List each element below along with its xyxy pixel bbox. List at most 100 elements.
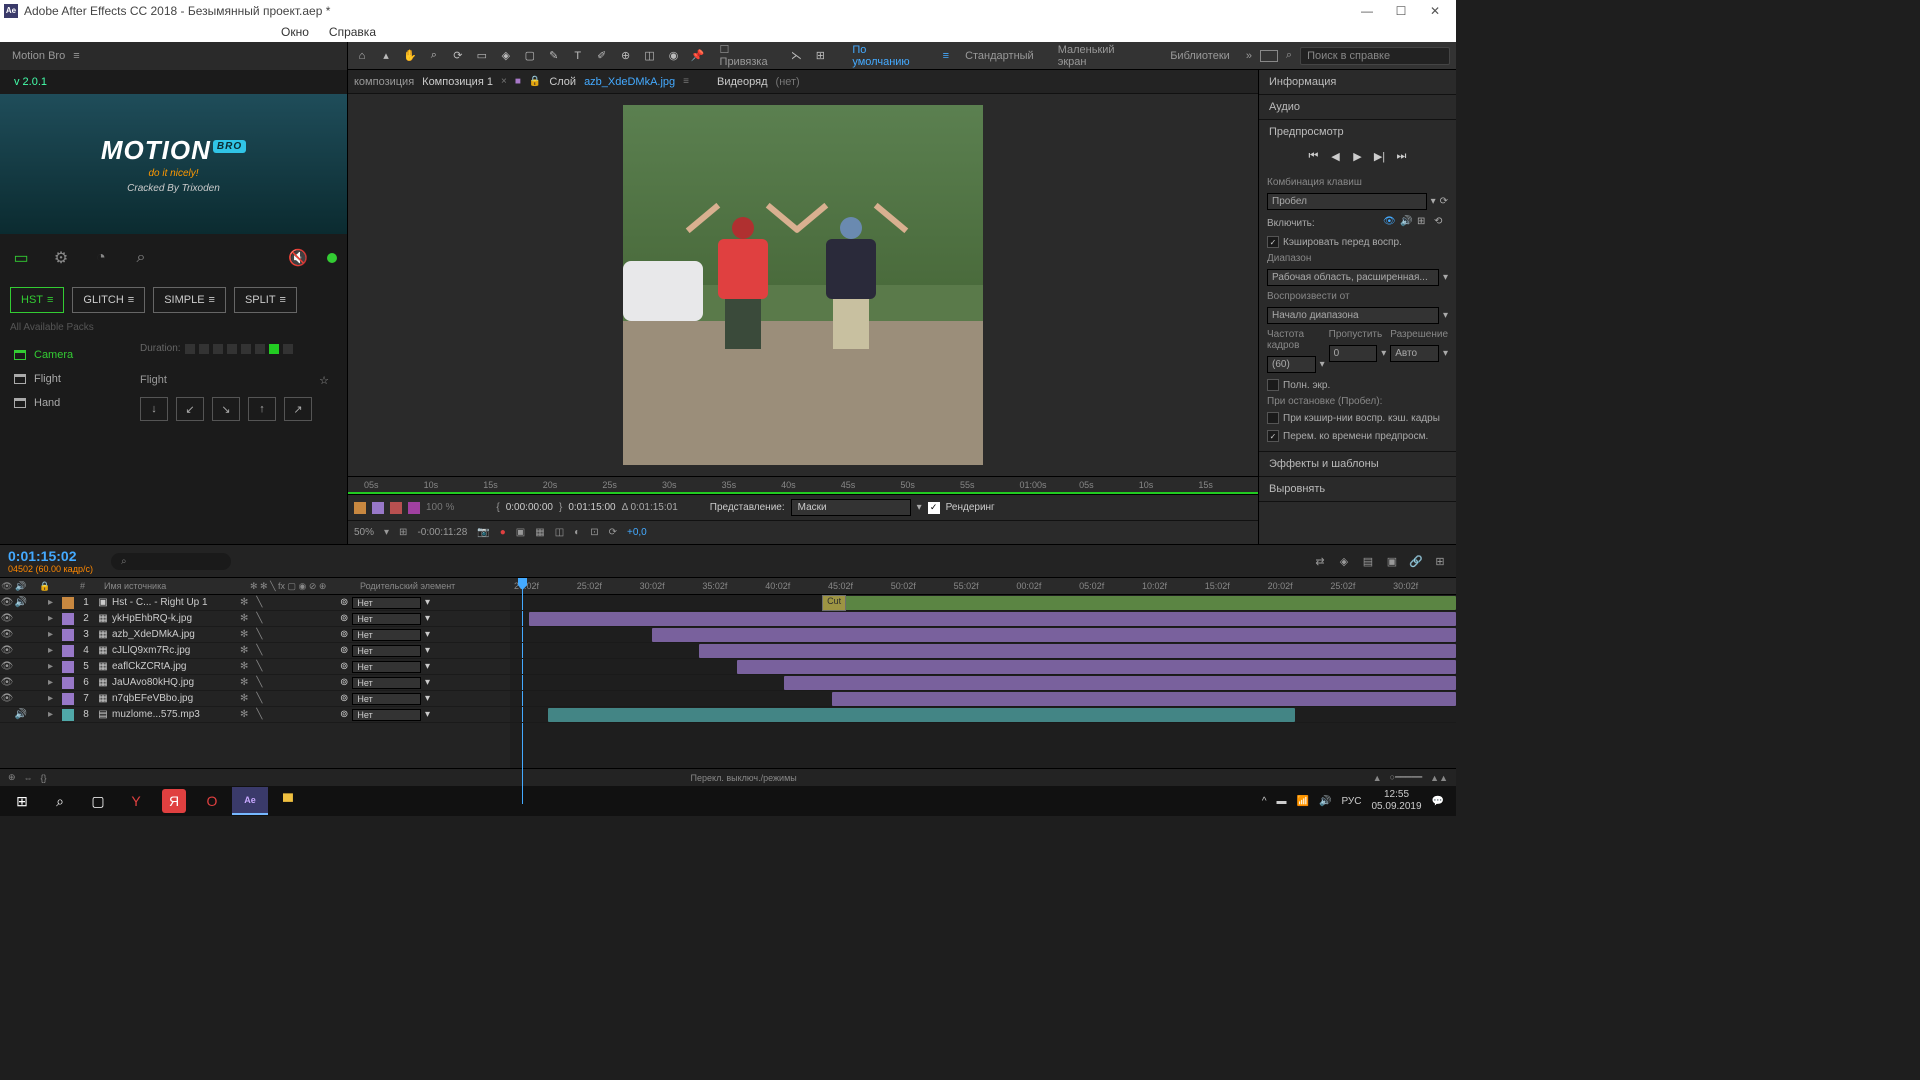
mute-icon[interactable]: 🔇 bbox=[287, 247, 309, 269]
timeline-bar[interactable] bbox=[529, 612, 1456, 626]
composition-viewer[interactable] bbox=[348, 94, 1258, 476]
fullscreen-checkbox[interactable] bbox=[1267, 379, 1279, 391]
lock-icon[interactable]: 🔒 bbox=[529, 76, 541, 87]
search-button[interactable]: ⌕ bbox=[42, 787, 78, 815]
tray-up-icon[interactable]: ^ bbox=[1262, 796, 1267, 807]
in-point[interactable]: 0:00:00:00 bbox=[506, 502, 553, 513]
tl-icon-4[interactable]: ▣ bbox=[1384, 555, 1400, 568]
next-frame-button[interactable]: ▶| bbox=[1372, 150, 1388, 163]
zoom-select[interactable]: 50% bbox=[354, 527, 374, 538]
tab-simple[interactable]: SIMPLE ≡ bbox=[153, 287, 226, 313]
timeline-bar[interactable] bbox=[737, 660, 1456, 674]
tl-icon-6[interactable]: ⊞ bbox=[1432, 555, 1448, 568]
panel-icon[interactable] bbox=[1260, 50, 1278, 62]
hand-tool-icon[interactable]: ✋ bbox=[402, 48, 418, 64]
search-icon[interactable]: ⌕ bbox=[130, 247, 152, 269]
timeline-bar[interactable]: Cut bbox=[822, 596, 1456, 610]
comp-time-ruler[interactable]: 05s10s15s20s25s30s35s40s45s50s55s01:00s0… bbox=[348, 476, 1258, 494]
snapshot-icon[interactable]: 📷 bbox=[477, 527, 489, 538]
folder-icon[interactable]: ▭ bbox=[10, 247, 32, 269]
resolution-icon[interactable]: ⊞ bbox=[399, 527, 407, 538]
star-icon[interactable]: ☆ bbox=[319, 374, 329, 387]
tl-icon-3[interactable]: ▤ bbox=[1360, 555, 1376, 568]
speed-icon[interactable]: ◔ bbox=[90, 247, 112, 269]
settings-icon[interactable]: ⚙ bbox=[50, 247, 72, 269]
eye-icon[interactable]: 👁 bbox=[1383, 216, 1397, 230]
timeline-search[interactable]: ⌕ bbox=[111, 553, 231, 570]
start-button[interactable]: ⊞ bbox=[4, 787, 40, 815]
cache-checkbox[interactable] bbox=[1267, 236, 1279, 248]
tray-wifi-icon[interactable]: 📶 bbox=[1297, 796, 1309, 807]
onstop-cb1[interactable] bbox=[1267, 412, 1279, 424]
rotate-tool-icon[interactable]: ⟳ bbox=[450, 48, 466, 64]
brush-tool-icon[interactable]: ✐ bbox=[594, 48, 610, 64]
timeline-ruler[interactable]: 20:02f25:02f30:02f35:02f40:02f45:02f50:0… bbox=[510, 577, 1456, 595]
reset-icon[interactable]: ⟳ bbox=[1440, 196, 1448, 207]
timeline-bar[interactable] bbox=[548, 708, 1295, 722]
pan-behind-icon[interactable]: ◈ bbox=[498, 48, 514, 64]
region-icon[interactable]: ⊡ bbox=[590, 527, 598, 538]
home-icon[interactable]: ⌂ bbox=[354, 48, 370, 64]
loop-icon[interactable]: ⟲ bbox=[1434, 216, 1448, 230]
tl-icon-1[interactable]: ⇄ bbox=[1312, 555, 1328, 568]
minimize-button[interactable]: ― bbox=[1350, 0, 1384, 22]
timeline-timecode[interactable]: 0:01:15:02 bbox=[8, 548, 93, 564]
playfrom-select[interactable]: Начало диапазона bbox=[1267, 307, 1439, 324]
preset-5[interactable]: ↗ bbox=[284, 397, 312, 421]
tree-hand[interactable]: Hand bbox=[0, 391, 130, 415]
shortcut-select[interactable]: Пробел bbox=[1267, 193, 1427, 210]
close-button[interactable]: ✕ bbox=[1418, 0, 1452, 22]
skip-select[interactable]: 0 bbox=[1329, 345, 1378, 362]
toggle-switches[interactable]: Перекл. выключ./режимы bbox=[691, 773, 797, 783]
timeline-bar[interactable] bbox=[699, 644, 1456, 658]
prev-frame-button[interactable]: ◀ bbox=[1328, 150, 1344, 163]
curly-icon[interactable]: {} bbox=[41, 773, 47, 783]
tree-camera[interactable]: Camera bbox=[0, 343, 130, 367]
workspace-small[interactable]: Маленький экран bbox=[1050, 44, 1155, 68]
tray-battery-icon[interactable]: ▬ bbox=[1277, 796, 1287, 807]
info-panel[interactable]: Информация bbox=[1259, 70, 1456, 94]
menu-window[interactable]: Окно bbox=[281, 25, 309, 39]
zoom-tool-icon[interactable]: ⌕ bbox=[426, 48, 442, 64]
timeline-bar[interactable] bbox=[784, 676, 1456, 690]
brace-icon[interactable]: ⇔ bbox=[24, 773, 33, 783]
tab-glitch[interactable]: GLITCH ≡ bbox=[72, 287, 145, 313]
tl-icon-2[interactable]: ◈ bbox=[1336, 555, 1352, 568]
icon-c[interactable] bbox=[390, 502, 402, 514]
timeline-layer-row[interactable]: 👁 🔊 ▸ 1 ▣ Hst - C... - Right Up 1 ✻╲ ⊚Не… bbox=[0, 595, 510, 611]
menu-help[interactable]: Справка bbox=[329, 25, 376, 39]
tl-icon-5[interactable]: 🔗 bbox=[1408, 555, 1424, 568]
preset-3[interactable]: ↘ bbox=[212, 397, 240, 421]
tab-hst[interactable]: HST ≡ bbox=[10, 287, 64, 313]
yandex-app[interactable]: Я bbox=[162, 789, 186, 813]
type-tool-icon[interactable]: T bbox=[570, 48, 586, 64]
snap-opt1-icon[interactable]: ⋋ bbox=[788, 48, 804, 64]
icon-a[interactable] bbox=[354, 502, 366, 514]
timeline-bar[interactable] bbox=[652, 628, 1456, 642]
tray-clock[interactable]: 12:55 05.09.2019 bbox=[1371, 789, 1421, 813]
tray-volume-icon[interactable]: 🔊 bbox=[1319, 796, 1331, 807]
fps-select[interactable]: (60) bbox=[1267, 356, 1316, 373]
opera-browser[interactable]: O bbox=[194, 787, 230, 815]
file-explorer[interactable]: ▀ bbox=[270, 787, 306, 815]
out-point[interactable]: 0:01:15:00 bbox=[568, 502, 615, 513]
preview-panel[interactable]: Предпросмотр bbox=[1259, 120, 1456, 144]
preset-2[interactable]: ↙ bbox=[176, 397, 204, 421]
timeline-layer-row[interactable]: 👁 ▸ 4 ▦ cJLlQ9xm7Rc.jpg ✻╲ ⊚Нет▾ bbox=[0, 643, 510, 659]
comp-tab-active[interactable]: Композиция 1 bbox=[422, 76, 493, 88]
refresh-icon[interactable]: ⟳ bbox=[609, 527, 617, 538]
overlay-icon[interactable]: ⊞ bbox=[1417, 216, 1431, 230]
timeline-layer-row[interactable]: 👁 ▸ 6 ▦ JaUAvo80kHQ.jpg ✻╲ ⊚Нет▾ bbox=[0, 675, 510, 691]
taskview-button[interactable]: ▢ bbox=[80, 787, 116, 815]
after-effects-task[interactable]: Ae bbox=[232, 787, 268, 815]
camera-tool-icon[interactable]: ▭ bbox=[474, 48, 490, 64]
workspace-libs[interactable]: Библиотеки bbox=[1162, 50, 1238, 62]
icon-d[interactable] bbox=[408, 502, 420, 514]
res-select[interactable]: Авто bbox=[1390, 345, 1439, 362]
current-time[interactable]: -0:00:11:28 bbox=[417, 527, 467, 538]
tree-flight[interactable]: Flight bbox=[0, 367, 130, 391]
close-icon[interactable]: × bbox=[501, 76, 507, 87]
workspace-default[interactable]: По умолчанию bbox=[844, 44, 934, 68]
timeline-layer-row[interactable]: 👁 ▸ 7 ▦ n7qbEFeVBbo.jpg ✻╲ ⊚Нет▾ bbox=[0, 691, 510, 707]
align-panel[interactable]: Выровнять bbox=[1259, 477, 1456, 501]
